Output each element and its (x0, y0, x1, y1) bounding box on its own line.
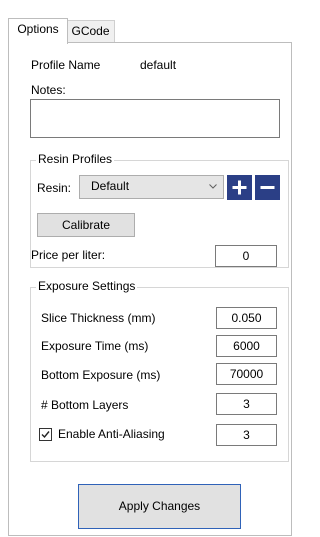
chevron-down-icon (209, 184, 217, 189)
tab-options[interactable]: Options (8, 18, 68, 44)
remove-resin-button[interactable] (255, 175, 280, 200)
apply-changes-label: Apply Changes (118, 499, 201, 513)
exposure-time-input[interactable]: 6000 (216, 335, 277, 357)
anti-aliasing-input[interactable]: 3 (216, 424, 277, 446)
apply-changes-button[interactable]: Apply Changes (78, 484, 241, 529)
calibrate-button-label: Calibrate (61, 218, 111, 232)
resin-selected-value: Default (91, 179, 130, 193)
minus-icon (260, 186, 275, 189)
resin-profiles-title: Resin Profiles (36, 152, 115, 166)
tab-options-label: Options (17, 22, 59, 36)
slice-thickness-label: Slice Thickness (mm) (41, 311, 156, 325)
slice-thickness-input[interactable]: 0.050 (216, 307, 277, 329)
bottom-layers-label: # Bottom Layers (41, 398, 129, 412)
bottom-exposure-label: Bottom Exposure (ms) (41, 368, 161, 382)
anti-aliasing-checkbox[interactable] (39, 428, 52, 441)
tab-gcode[interactable]: GCode (66, 20, 115, 43)
exposure-time-label: Exposure Time (ms) (41, 339, 149, 353)
notes-label: Notes: (31, 83, 66, 97)
price-per-liter-label: Price per liter: (31, 248, 106, 262)
tab-gcode-label: GCode (71, 24, 110, 38)
bottom-exposure-input[interactable]: 70000 (216, 363, 277, 385)
exposure-settings-title: Exposure Settings (36, 279, 138, 293)
resin-select[interactable]: Default (79, 175, 224, 199)
price-per-liter-input[interactable]: 0 (215, 245, 277, 267)
resin-label: Resin: (37, 181, 72, 195)
profile-name-value: default (140, 58, 177, 72)
anti-aliasing-label: Enable Anti-Aliasing (58, 427, 165, 441)
calibrate-button[interactable]: Calibrate (37, 213, 135, 237)
profile-name-label: Profile Name (31, 58, 101, 72)
add-resin-button[interactable] (227, 175, 252, 200)
options-panel: Profile Name default Notes: Resin Profil… (8, 42, 292, 536)
plus-icon (232, 180, 247, 195)
bottom-layers-input[interactable]: 3 (216, 393, 277, 415)
checkmark-icon (41, 431, 50, 439)
notes-textarea[interactable] (30, 99, 280, 138)
